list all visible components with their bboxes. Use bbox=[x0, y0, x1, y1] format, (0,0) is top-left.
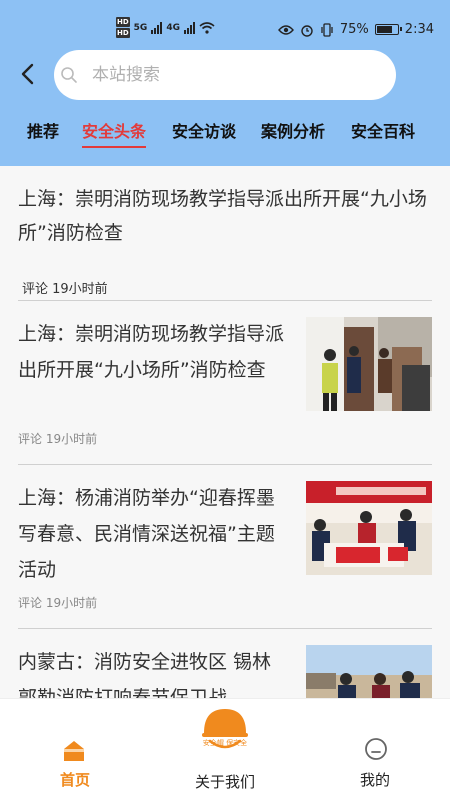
article-thumbnail[interactable] bbox=[306, 645, 432, 698]
nav-mine-label: 我的 bbox=[359, 771, 390, 789]
bottom-navigation: 首页 安全帽 保安全 关于我们 我的 bbox=[0, 698, 450, 800]
article-meta: 评论 19小时前 bbox=[18, 596, 98, 610]
vibrate-icon bbox=[321, 22, 333, 37]
tab-case-analysis[interactable]: 案例分析 bbox=[261, 118, 325, 142]
calligraphy-event-photo-image bbox=[306, 481, 432, 575]
inspection-photo-image bbox=[306, 317, 432, 411]
battery-icon bbox=[374, 24, 402, 35]
pasture-visit-photo-image bbox=[306, 645, 432, 698]
search-bar[interactable] bbox=[54, 50, 396, 100]
top-article-meta: 评论 19小时前 bbox=[22, 282, 108, 297]
article-title[interactable]: 内蒙古：消防安全进牧区 锡林郭勒消防打响春节保卫战 bbox=[18, 644, 288, 698]
back-arrow-icon[interactable] bbox=[18, 62, 38, 86]
top-article-title[interactable]: 上海：崇明消防现场教学指导派出所开展“九小场所”消防检查 bbox=[18, 182, 438, 250]
battery-percent: 75% bbox=[339, 22, 369, 37]
net-4g-label: 4G bbox=[166, 23, 180, 33]
tab-recommend[interactable]: 推荐 bbox=[27, 118, 59, 142]
article-title[interactable]: 上海：崇明消防现场教学指导派出所开展“九小场所”消防检查 bbox=[18, 316, 288, 388]
article-meta: 评论 19小时前 bbox=[18, 432, 98, 446]
tab-safety-headlines[interactable]: 安全头条 bbox=[82, 118, 147, 148]
status-bar: HD HD 5G 4G 75% 2:34 bbox=[0, 0, 450, 44]
divider bbox=[18, 300, 432, 301]
profile-face-icon bbox=[365, 738, 387, 760]
clock-time: 2:34 bbox=[404, 22, 434, 37]
alarm-icon bbox=[301, 24, 313, 37]
article-title[interactable]: 上海：杨浦消防举办“迎春挥墨写春意、民消情深送祝福”主题活动 bbox=[18, 480, 288, 588]
search-icon bbox=[61, 67, 77, 83]
nav-home[interactable]: 首页 bbox=[40, 699, 110, 800]
signal-icon-2 bbox=[183, 22, 195, 34]
network-indicators: HD HD 5G 4G bbox=[116, 17, 215, 39]
nav-about-us[interactable]: 安全帽 保安全 关于我们 bbox=[175, 699, 275, 800]
eye-icon bbox=[277, 24, 294, 35]
nav-home-label: 首页 bbox=[59, 771, 90, 789]
category-tabs: 推荐 安全头条 安全访谈 案例分析 安全百科 bbox=[0, 118, 450, 150]
system-indicators: 75% 2:34 bbox=[277, 22, 434, 37]
nav-about-us-label: 关于我们 bbox=[194, 773, 255, 791]
divider bbox=[18, 464, 432, 465]
net-5g-label: 5G bbox=[133, 23, 148, 33]
nav-mine[interactable]: 我的 bbox=[340, 699, 410, 800]
divider bbox=[18, 628, 432, 629]
wifi-icon bbox=[199, 22, 215, 34]
logo-text: 安全帽 保安全 bbox=[202, 739, 248, 747]
tab-safety-interviews[interactable]: 安全访谈 bbox=[172, 118, 236, 142]
tab-safety-encyclopedia[interactable]: 安全百科 bbox=[351, 118, 415, 142]
home-icon bbox=[64, 741, 84, 761]
article-feed: 上海：崇明消防现场教学指导派出所开展“九小场所”消防检查 评论 19小时前 上海… bbox=[0, 166, 450, 698]
header-bar: HD HD 5G 4G 75% 2:34 推荐 安全头条 安全访谈 案例分析 安… bbox=[0, 0, 450, 166]
hd-badge: HD HD bbox=[116, 17, 130, 39]
hd-label-2: HD bbox=[116, 28, 130, 38]
signal-icon bbox=[151, 22, 163, 34]
hd-label-1: HD bbox=[116, 17, 130, 27]
article-thumbnail[interactable] bbox=[306, 317, 432, 411]
article-thumbnail[interactable] bbox=[306, 481, 432, 575]
search-input[interactable] bbox=[92, 62, 382, 88]
